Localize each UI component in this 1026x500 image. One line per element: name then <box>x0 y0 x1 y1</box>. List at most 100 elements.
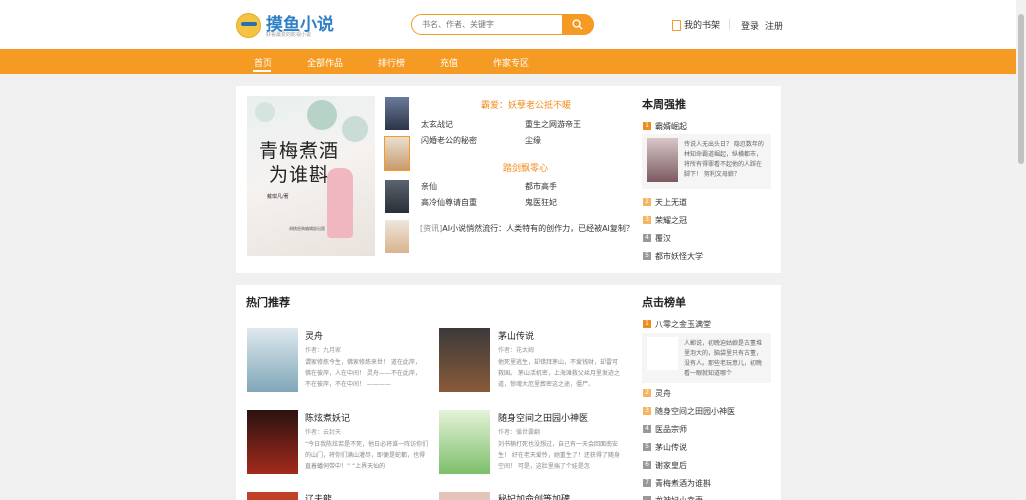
book-thumbnail[interactable] <box>385 97 409 130</box>
search-icon <box>572 19 583 30</box>
nav-author-zone[interactable]: 作家专区 <box>493 56 529 69</box>
cover-title-line2: 为谁斟 <box>269 164 330 186</box>
my-bookshelf-link[interactable]: 我的书架 <box>672 18 720 31</box>
weekly-item[interactable]: 荣耀之冠 <box>655 215 687 226</box>
search-button[interactable] <box>562 14 594 35</box>
rank-number-1: 1 <box>643 320 651 328</box>
featured-item[interactable]: 鬼医狂妃 <box>525 197 557 208</box>
weekly-item[interactable]: 都市妖怪大学 <box>655 251 703 262</box>
hot-book-title[interactable]: 辽夫龍 <box>305 492 332 500</box>
click-rank-top-desc: 人郵说，初晚迫姑娘是古董堆里泡大的，脑袋里只有古董，没有人。那些老玩意儿，初晚看… <box>684 340 763 377</box>
cover-author: 戴琪凡/著 <box>267 194 289 200</box>
hot-book-author: 作者：循世囊翻 <box>498 429 541 436</box>
weekly-item[interactable]: 覆汉 <box>655 233 671 244</box>
featured-group2-title[interactable]: 踏剑飘零心 <box>503 161 548 174</box>
news-headline[interactable]: [资讯]AI小说悄然流行：人类特有的创作力，已经被AI复制？ <box>420 223 634 234</box>
rank-number-1: 1 <box>643 122 651 130</box>
search-input[interactable] <box>422 15 562 34</box>
click-rank-top-name[interactable]: 八零之金玉满堂 <box>655 319 711 330</box>
featured-item[interactable]: 亲仙 <box>421 181 437 192</box>
hot-book-title[interactable]: 茅山传说 <box>498 329 534 342</box>
hot-book-desc: 他死里逃生，却错拜茅山，不爱钱财，却雷可救国。 茅山活机密，上海滩救父丝月里发迹… <box>498 359 620 388</box>
nav-ranking[interactable]: 排行榜 <box>378 56 405 69</box>
hot-book-author: 作者：云封天 <box>305 429 342 436</box>
site-logo[interactable]: 摸鱼小说 好看最爱的影视小说 <box>236 10 334 40</box>
cover-title-line1: 青梅煮酒 <box>259 140 340 162</box>
weekly-title: 本周强推 <box>642 98 686 111</box>
hot-book-desc: 谓家修炼今生，佛家修炼来世！ 道在此岸，佛在彼岸，人在中间！ 灵舟——不在此岸，… <box>305 359 421 388</box>
site-header: 摸鱼小说 好看最爱的影视小说 我的书架 登录 注册 <box>0 0 1016 49</box>
click-rank-item[interactable]: 青梅煮酒为谁斟 <box>655 478 711 489</box>
search-box <box>411 14 594 35</box>
hot-book-cover[interactable] <box>439 492 490 500</box>
nav-home[interactable]: 首页 <box>254 56 272 69</box>
news-text: AI小说悄然流行：人类特有的创作力，已经被AI复制？ <box>442 224 634 233</box>
hot-book-title[interactable]: 秘妃加命创等加碑 <box>498 492 570 500</box>
book-thumbnail[interactable] <box>385 220 409 253</box>
featured-item[interactable]: 都市高手 <box>525 181 557 192</box>
rank-number-6: 6 <box>643 461 651 469</box>
logo-subtitle: 好看最爱的影视小说 <box>266 32 312 38</box>
rank-number-5: 5 <box>643 252 651 260</box>
nav-all-works[interactable]: 全部作品 <box>307 56 343 69</box>
bookshelf-label: 我的书架 <box>684 21 721 31</box>
cover-publisher: 胡桃经典编辑部出版 <box>289 226 325 231</box>
hot-book-author: 作者：九月家 <box>305 347 342 354</box>
hot-book-title[interactable]: 灵舟 <box>305 329 323 342</box>
hot-book-desc: “今日我陈炫若是不死，他日必将谁一阵访你们的山门，将你们满山灌尽，即便是蛇都，也… <box>305 441 429 470</box>
weekly-top-desc: 传说人无出头日？ 隐忍数年的林知命霸道崛起，纵横都市，将所有得罪看不起他的人踩在… <box>684 141 764 178</box>
featured-item[interactable]: 太玄战记 <box>421 119 453 130</box>
featured-item[interactable]: 尘缘 <box>525 135 541 146</box>
nav-recharge[interactable]: 充值 <box>440 56 458 69</box>
main-nav: 首页 全部作品 排行榜 充值 作家专区 <box>0 49 1016 74</box>
weekly-item[interactable]: 天上无道 <box>655 197 687 208</box>
logo-mascot-icon <box>236 13 261 38</box>
book-thumbnail[interactable] <box>385 180 409 213</box>
page-scrollbar[interactable] <box>1016 0 1026 500</box>
cover-flower-decoration <box>342 116 368 142</box>
hot-book-cover[interactable] <box>439 328 490 392</box>
header-divider <box>729 19 730 30</box>
hot-book-cover[interactable] <box>439 410 490 474</box>
rank-number-2: 2 <box>643 389 651 397</box>
hot-book-title[interactable]: 随身空间之田园小神医 <box>498 411 588 424</box>
hot-book-title[interactable]: 陈炫煮妖记 <box>305 411 350 424</box>
login-link[interactable]: 登录 <box>741 19 759 32</box>
nav-active-indicator <box>253 70 271 72</box>
click-rank-item[interactable]: 茅山传说 <box>655 442 687 453</box>
cover-flower-decoration <box>307 100 337 130</box>
news-tag: [资讯] <box>420 224 443 233</box>
weekly-top-name[interactable]: 霸婿崛起 <box>655 121 687 132</box>
featured-group1-title[interactable]: 霸爱：妖孽老公抵不暖 <box>481 98 571 111</box>
featured-book-cover[interactable]: 青梅煮酒 为谁斟 戴琪凡/著 胡桃经典编辑部出版 <box>247 96 375 256</box>
rank-number-4: 4 <box>643 425 651 433</box>
featured-item[interactable]: 高冷仙尊请自重 <box>421 197 477 208</box>
click-rank-item[interactable]: 龙神妃小幸妻 <box>655 495 703 500</box>
featured-item[interactable]: 闪婚老公的秘密 <box>421 135 477 146</box>
scrollbar-thumb[interactable] <box>1018 14 1024 164</box>
hot-book-author: 作者：花太姆 <box>498 347 535 354</box>
rank-number-8 <box>643 496 651 500</box>
register-link[interactable]: 注册 <box>765 19 783 32</box>
click-rank-item[interactable]: 随身空间之田园小神医 <box>655 406 735 417</box>
rank-number-5: 5 <box>643 443 651 451</box>
click-rank-title: 点击榜单 <box>642 296 686 309</box>
cover-character-illustration <box>327 168 353 238</box>
click-rank-item[interactable]: 灵舟 <box>655 388 671 399</box>
rank-number-4: 4 <box>643 234 651 242</box>
book-thumbnail[interactable] <box>384 136 410 171</box>
hot-book-cover[interactable] <box>247 328 298 392</box>
cover-flower-decoration <box>255 102 275 122</box>
weekly-top-cover[interactable] <box>647 138 678 182</box>
click-rank-item[interactable]: 医品宗师 <box>655 424 687 435</box>
rank-number-3: 3 <box>643 216 651 224</box>
rank-number-7: 7 <box>643 479 651 487</box>
bookshelf-icon <box>672 20 681 31</box>
hot-book-cover[interactable] <box>247 410 298 474</box>
hot-book-cover[interactable] <box>247 492 298 500</box>
featured-item[interactable]: 重生之网游帝王 <box>525 119 581 130</box>
hot-title: 热门推荐 <box>246 296 290 309</box>
click-rank-top-cover[interactable] <box>647 337 678 370</box>
rank-number-2: 2 <box>643 198 651 206</box>
click-rank-item[interactable]: 谢家皇后 <box>655 460 687 471</box>
